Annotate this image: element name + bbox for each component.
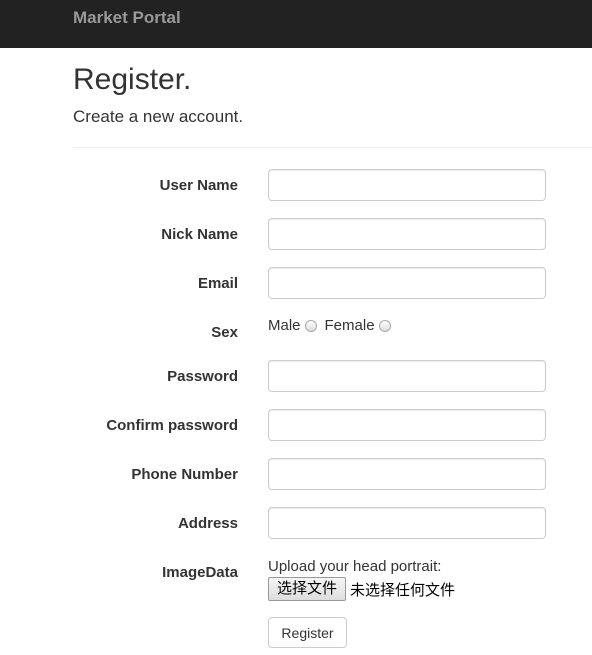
email-label: Email (197, 275, 238, 292)
choose-file-button[interactable]: 选择文件 (268, 577, 347, 601)
divider (73, 147, 592, 148)
sex-radio-group: Male Female (268, 317, 399, 334)
file-input: 选择文件 未选择任何文件 (268, 577, 455, 601)
image-data-label: ImageData (162, 564, 238, 581)
confirm-password-label: Confirm password (106, 417, 238, 434)
sex-label: Sex (211, 324, 238, 341)
female-option-label: Female (324, 317, 375, 334)
nick-name-label: Nick Name (161, 226, 238, 243)
upload-hint: Upload your head portrait: (268, 558, 442, 575)
brand-link[interactable]: Market Portal (73, 8, 181, 28)
phone-number-label: Phone Number (131, 466, 238, 483)
register-button[interactable]: Register (268, 617, 347, 648)
nick-name-input[interactable] (268, 218, 546, 250)
user-name-label: User Name (159, 177, 238, 194)
page-subtitle: Create a new account. (73, 107, 244, 126)
page-title: Register. (73, 63, 192, 96)
male-option-label: Male (268, 317, 301, 334)
password-input[interactable] (268, 360, 546, 392)
phone-number-input[interactable] (268, 458, 546, 490)
address-label: Address (177, 515, 238, 532)
user-name-input[interactable] (268, 169, 546, 201)
navbar: Market Portal (0, 0, 592, 48)
email-input[interactable] (268, 267, 546, 299)
password-label: Password (167, 368, 238, 385)
address-input[interactable] (268, 507, 546, 539)
male-radio[interactable] (304, 319, 317, 332)
confirm-password-input[interactable] (268, 409, 546, 441)
file-status: 未选择任何文件 (350, 581, 456, 599)
female-radio[interactable] (378, 319, 391, 332)
